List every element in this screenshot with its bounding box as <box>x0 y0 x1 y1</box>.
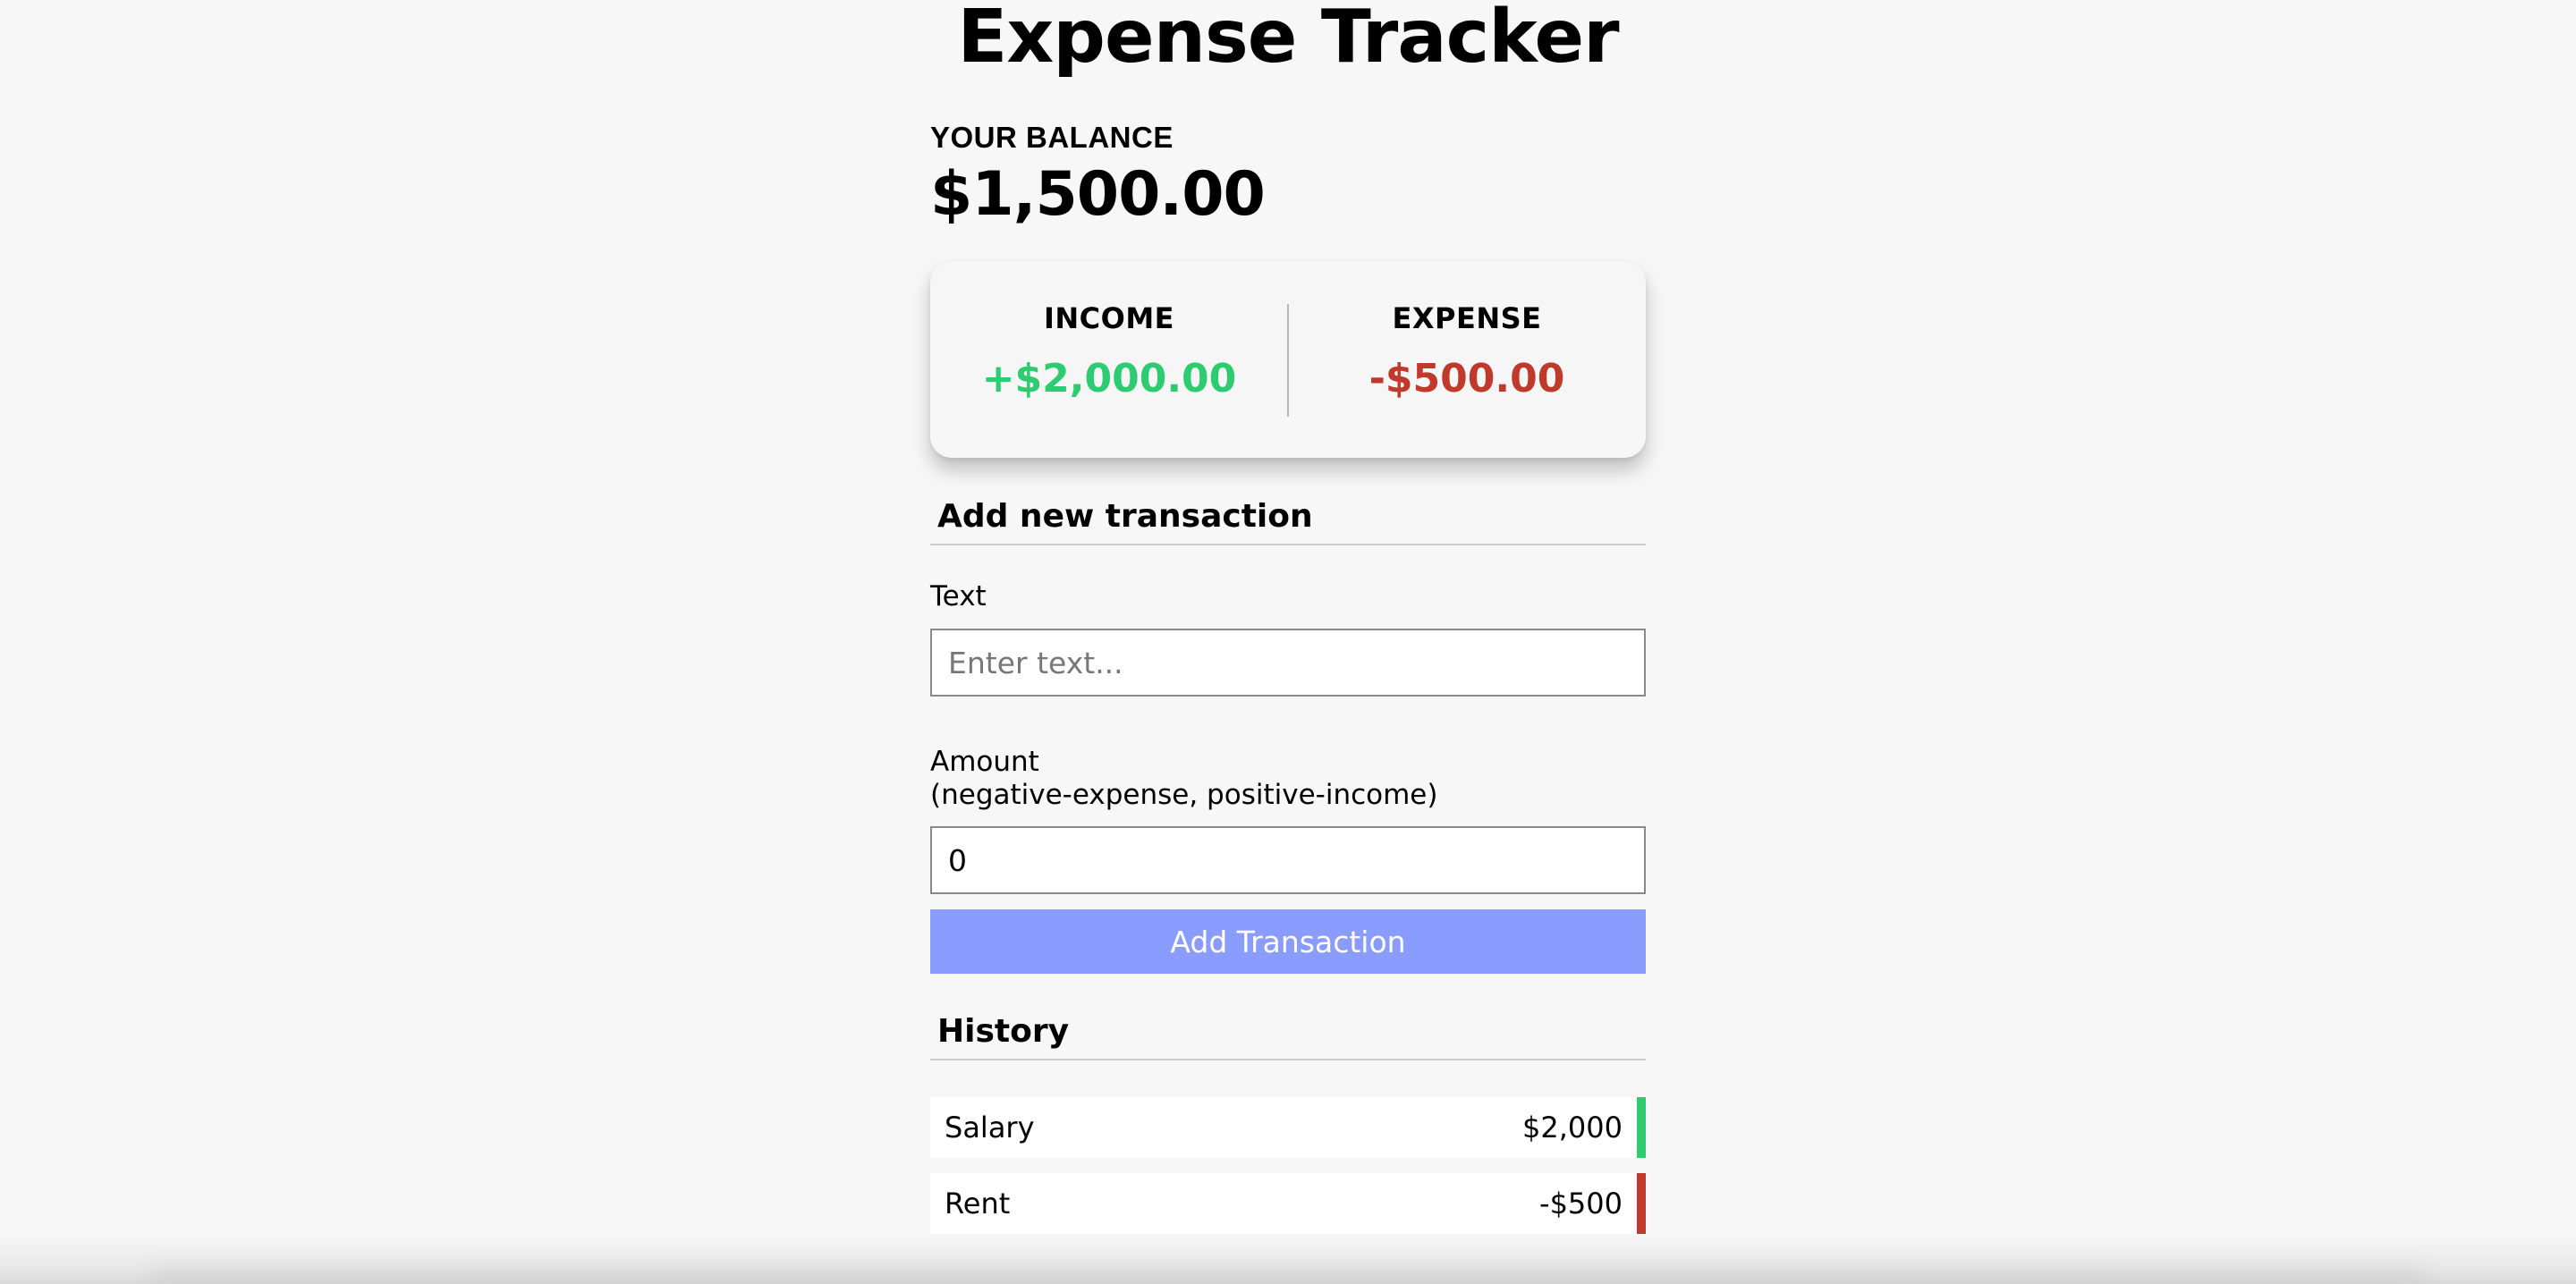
add-transaction-heading: Add new transaction <box>930 497 1646 545</box>
income-label: INCOME <box>1043 301 1175 335</box>
income-indicator-bar <box>1637 1097 1646 1158</box>
window-bottom-shadow <box>0 1232 2576 1284</box>
history-item-amount: $2,000 <box>1522 1111 1623 1145</box>
text-input[interactable] <box>930 629 1646 697</box>
window-bottom-shadow-inner <box>152 1268 2424 1284</box>
balance-value: $1,500.00 <box>930 159 1266 230</box>
history-item-rent[interactable]: Rent -$500 <box>930 1173 1646 1234</box>
expense-label: EXPENSE <box>1392 301 1542 335</box>
text-field-label: Text <box>930 580 987 612</box>
amount-hint-text: (negative-expense, positive-income) <box>930 779 1438 811</box>
expense-value: -$500.00 <box>1368 356 1565 401</box>
expense-summary: EXPENSE -$500.00 <box>1288 300 1646 402</box>
amount-label-text: Amount <box>930 746 1039 778</box>
history-item-text: Salary <box>945 1111 1035 1145</box>
income-expense-card: INCOME +$2,000.00 EXPENSE -$500.00 <box>930 261 1646 458</box>
amount-field-label: Amount (negative-expense, positive-incom… <box>930 746 1437 812</box>
income-value: +$2,000.00 <box>981 356 1237 401</box>
expense-indicator-bar <box>1637 1173 1646 1234</box>
income-summary: INCOME +$2,000.00 <box>930 300 1288 402</box>
history-heading: History <box>930 1012 1646 1060</box>
add-transaction-button[interactable]: Add Transaction <box>930 909 1646 974</box>
page-title: Expense Tracker <box>957 0 1619 80</box>
amount-input[interactable] <box>930 826 1646 894</box>
history-item-amount: -$500 <box>1539 1187 1623 1221</box>
balance-label: YOUR BALANCE <box>930 121 1174 154</box>
history-item-salary[interactable]: Salary $2,000 <box>930 1097 1646 1158</box>
history-item-text: Rent <box>945 1187 1011 1221</box>
